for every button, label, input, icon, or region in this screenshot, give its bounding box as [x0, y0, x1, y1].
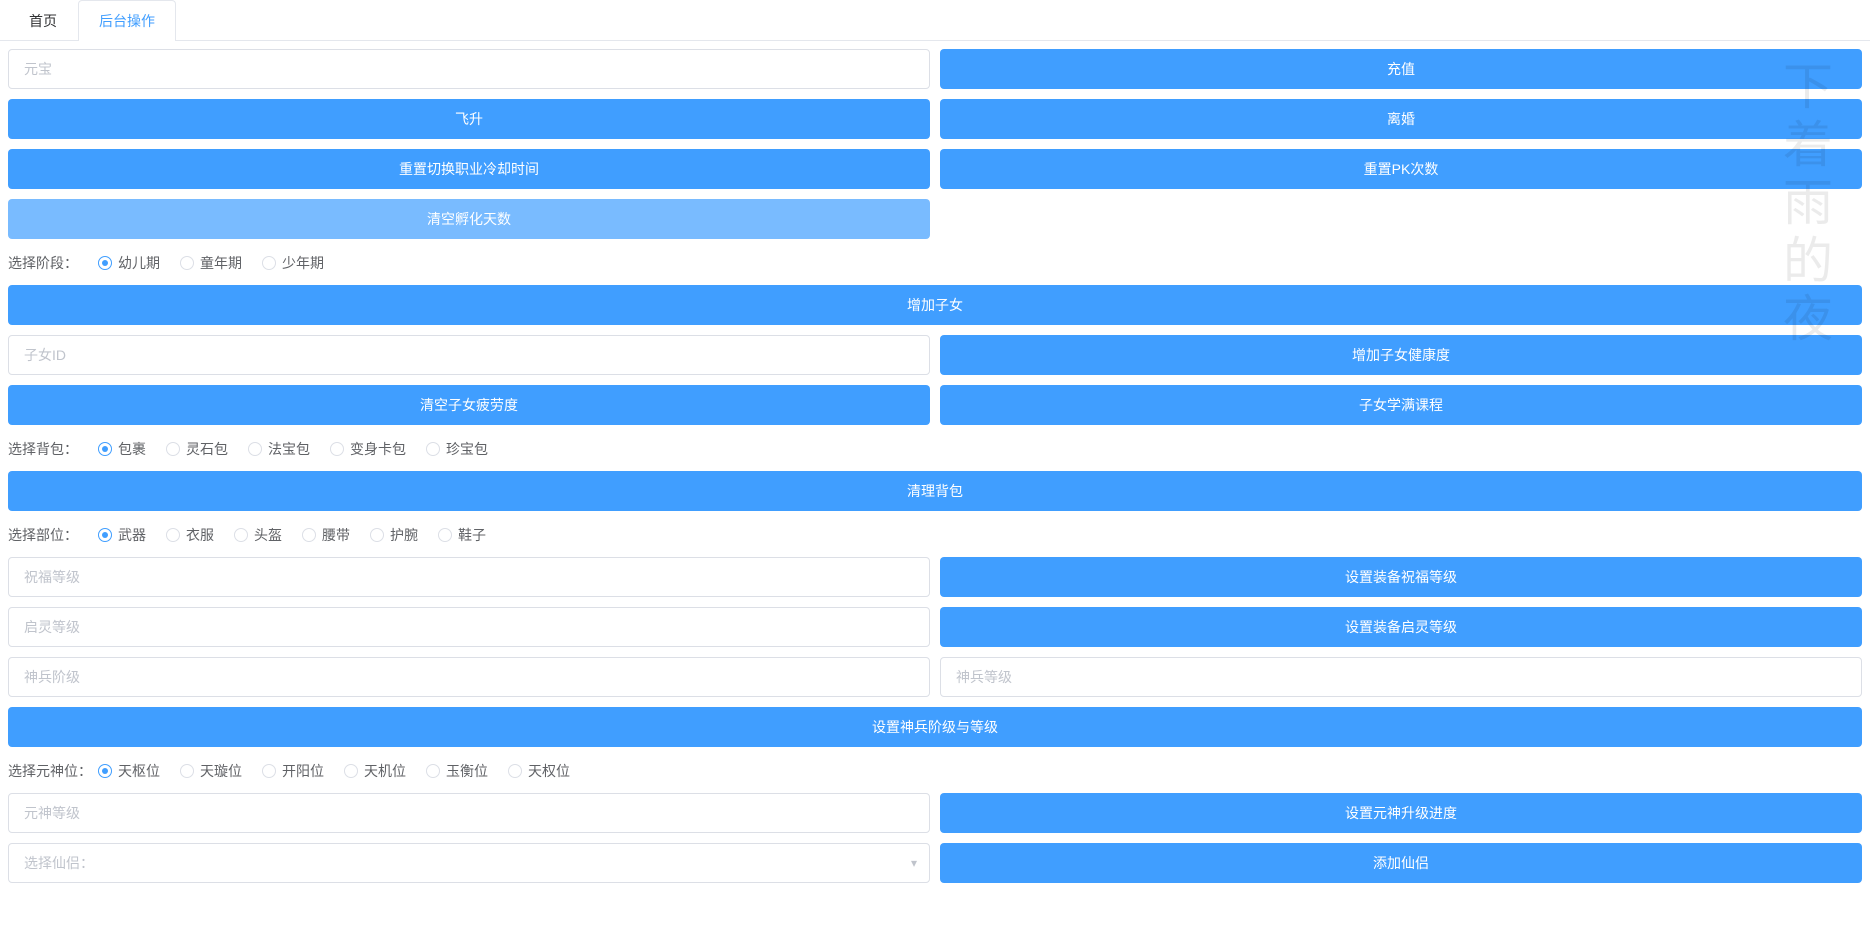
tab-home[interactable]: 首页 — [8, 0, 78, 41]
bag-label: 选择背包： — [8, 439, 98, 459]
set-enlighten-button[interactable]: 设置装备启灵等级 — [940, 607, 1862, 647]
radio-icon — [180, 256, 194, 270]
radio-icon — [426, 442, 440, 456]
add-partner-button[interactable]: 添加仙侣 — [940, 843, 1862, 883]
radio-icon — [370, 528, 384, 542]
radio-icon — [262, 764, 276, 778]
part-radio-4[interactable]: 护腕 — [370, 525, 418, 545]
stage-radio-1[interactable]: 童年期 — [180, 253, 242, 273]
recharge-button[interactable]: 充值 — [940, 49, 1862, 89]
radio-icon — [262, 256, 276, 270]
radio-icon — [438, 528, 452, 542]
ascend-button[interactable]: 飞升 — [8, 99, 930, 139]
bag-radio-3[interactable]: 变身卡包 — [330, 439, 406, 459]
stage-radio-row: 选择阶段： 幼儿期 童年期 少年期 — [8, 249, 1862, 277]
add-child-health-button[interactable]: 增加子女健康度 — [940, 335, 1862, 375]
spirit-radio-2[interactable]: 开阳位 — [262, 761, 324, 781]
content-area: 充值 飞升 离婚 重置切换职业冷却时间 重置PK次数 清空孵化天数 选择阶段： … — [0, 41, 1870, 901]
bless-level-input[interactable] — [8, 557, 930, 597]
radio-icon — [426, 764, 440, 778]
bag-radio-0[interactable]: 包裹 — [98, 439, 146, 459]
set-bless-button[interactable]: 设置装备祝福等级 — [940, 557, 1862, 597]
bag-radio-2[interactable]: 法宝包 — [248, 439, 310, 459]
radio-icon — [98, 528, 112, 542]
reset-pk-button[interactable]: 重置PK次数 — [940, 149, 1862, 189]
radio-icon — [248, 442, 262, 456]
part-label: 选择部位： — [8, 525, 98, 545]
radio-icon — [98, 764, 112, 778]
child-full-course-button[interactable]: 子女学满课程 — [940, 385, 1862, 425]
reset-job-cd-button[interactable]: 重置切换职业冷却时间 — [8, 149, 930, 189]
weapon-stage-input[interactable] — [8, 657, 930, 697]
spirit-radio-5[interactable]: 天权位 — [508, 761, 570, 781]
part-radio-0[interactable]: 武器 — [98, 525, 146, 545]
partner-select[interactable]: 选择仙侣： ▾ — [8, 843, 930, 883]
tab-bar: 首页 后台操作 — [0, 0, 1870, 41]
child-id-input[interactable] — [8, 335, 930, 375]
stage-radio-2[interactable]: 少年期 — [262, 253, 324, 273]
radio-icon — [166, 528, 180, 542]
spirit-label: 选择元神位： — [8, 761, 98, 781]
partner-select-placeholder: 选择仙侣： — [24, 853, 94, 873]
set-spirit-button[interactable]: 设置元神升级进度 — [940, 793, 1862, 833]
radio-icon — [98, 256, 112, 270]
tab-backend[interactable]: 后台操作 — [78, 0, 176, 41]
part-radio-row: 选择部位： 武器 衣服 头盔 腰带 护腕 鞋子 — [8, 521, 1862, 549]
set-weapon-button[interactable]: 设置神兵阶级与等级 — [8, 707, 1862, 747]
radio-icon — [234, 528, 248, 542]
spirit-radio-1[interactable]: 天璇位 — [180, 761, 242, 781]
radio-icon — [98, 442, 112, 456]
bag-radio-4[interactable]: 珍宝包 — [426, 439, 488, 459]
spirit-radio-4[interactable]: 玉衡位 — [426, 761, 488, 781]
part-radio-5[interactable]: 鞋子 — [438, 525, 486, 545]
part-radio-3[interactable]: 腰带 — [302, 525, 350, 545]
add-child-button[interactable]: 增加子女 — [8, 285, 1862, 325]
radio-icon — [508, 764, 522, 778]
part-radio-2[interactable]: 头盔 — [234, 525, 282, 545]
weapon-level-input[interactable] — [940, 657, 1862, 697]
spirit-radio-row: 选择元神位： 天枢位 天璇位 开阳位 天机位 玉衡位 天权位 — [8, 757, 1862, 785]
spirit-radio-3[interactable]: 天机位 — [344, 761, 406, 781]
chevron-down-icon: ▾ — [911, 856, 917, 870]
clear-hatch-button[interactable]: 清空孵化天数 — [8, 199, 930, 239]
radio-icon — [302, 528, 316, 542]
bag-radio-row: 选择背包： 包裹 灵石包 法宝包 变身卡包 珍宝包 — [8, 435, 1862, 463]
yuanbao-input[interactable] — [8, 49, 930, 89]
radio-icon — [330, 442, 344, 456]
part-radio-1[interactable]: 衣服 — [166, 525, 214, 545]
radio-icon — [180, 764, 194, 778]
clear-child-fatigue-button[interactable]: 清空子女疲劳度 — [8, 385, 930, 425]
radio-icon — [166, 442, 180, 456]
spirit-radio-0[interactable]: 天枢位 — [98, 761, 160, 781]
divorce-button[interactable]: 离婚 — [940, 99, 1862, 139]
bag-radio-1[interactable]: 灵石包 — [166, 439, 228, 459]
spirit-level-input[interactable] — [8, 793, 930, 833]
enlighten-level-input[interactable] — [8, 607, 930, 647]
stage-label: 选择阶段： — [8, 253, 98, 273]
clear-bag-button[interactable]: 清理背包 — [8, 471, 1862, 511]
radio-icon — [344, 764, 358, 778]
stage-radio-0[interactable]: 幼儿期 — [98, 253, 160, 273]
